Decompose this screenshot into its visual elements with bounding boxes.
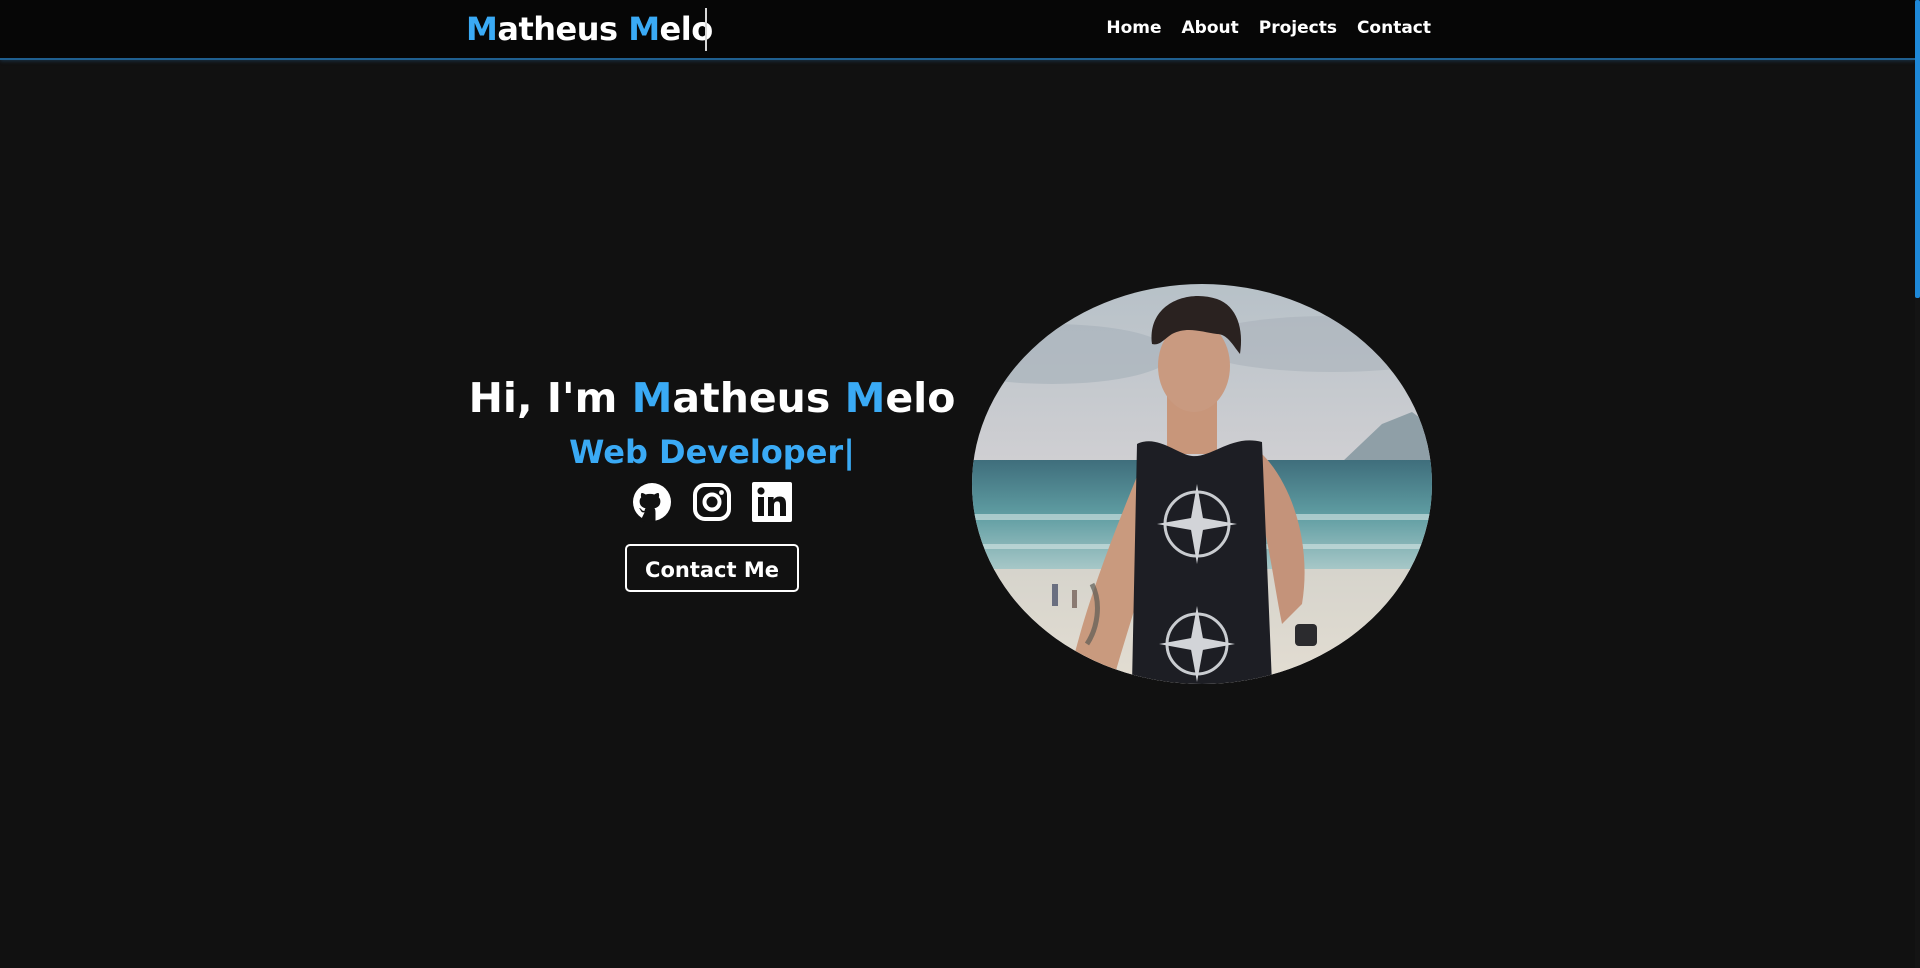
linkedin-link[interactable] bbox=[752, 482, 792, 524]
nav-link-about[interactable]: About bbox=[1182, 18, 1239, 38]
logo-initial-last: M bbox=[628, 10, 660, 48]
nav-link-projects[interactable]: Projects bbox=[1259, 18, 1337, 38]
nav-links: Home About Projects Contact bbox=[1106, 18, 1431, 38]
navbar: Matheus Melo Home About Projects Contact bbox=[0, 0, 1915, 60]
instagram-link[interactable] bbox=[692, 482, 732, 524]
instagram-icon bbox=[693, 483, 731, 521]
hero-intro: Hi, I'm Matheus Melo Web Developer| Cont… bbox=[462, 368, 962, 592]
hero-name-last: elo bbox=[885, 374, 956, 422]
github-icon bbox=[633, 483, 671, 522]
page-scrollbar[interactable] bbox=[1915, 0, 1920, 968]
contact-me-button[interactable]: Contact Me bbox=[625, 544, 799, 592]
hero-greeting: Hi, I'm bbox=[468, 374, 632, 422]
logo-divider bbox=[705, 8, 707, 51]
linkedin-icon bbox=[752, 482, 792, 522]
logo-initial-first: M bbox=[466, 10, 498, 48]
profile-photo bbox=[972, 284, 1432, 684]
social-links bbox=[462, 482, 962, 524]
github-link[interactable] bbox=[632, 482, 672, 524]
hero-name-initial-first: M bbox=[631, 374, 673, 422]
hero-role: Web Developer| bbox=[569, 433, 855, 471]
site-logo[interactable]: Matheus Melo bbox=[466, 10, 713, 48]
hero-name-first: atheus bbox=[672, 374, 845, 422]
scrollbar-thumb[interactable] bbox=[1915, 0, 1920, 298]
hero-name-initial-last: M bbox=[844, 374, 886, 422]
nav-link-home[interactable]: Home bbox=[1106, 18, 1161, 38]
page: Matheus Melo Home About Projects Contact… bbox=[0, 0, 1920, 968]
hero-title: Hi, I'm Matheus Melo bbox=[462, 368, 962, 428]
nav-link-contact[interactable]: Contact bbox=[1357, 18, 1431, 38]
logo-text-first: atheus bbox=[497, 10, 629, 48]
